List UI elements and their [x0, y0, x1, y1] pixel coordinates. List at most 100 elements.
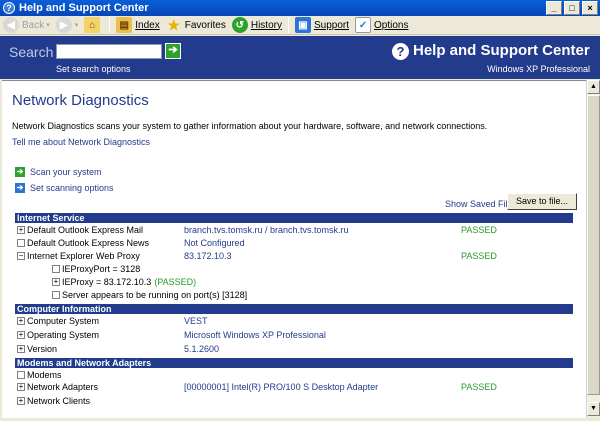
status-passed: PASSED: [461, 382, 497, 392]
home-button[interactable]: ⌂: [81, 16, 106, 34]
support-label: Support: [313, 19, 350, 31]
expand-plus-icon[interactable]: +: [17, 345, 25, 353]
row-network-clients[interactable]: + Network Clients: [17, 395, 90, 407]
index-label: Index: [135, 19, 160, 31]
title-bar: ? Help and Support Center _ □ ×: [0, 0, 600, 16]
header-banner: Search ➔ Set search options ? Help and S…: [0, 36, 600, 79]
row-value: 5.1.2600: [184, 344, 220, 354]
row-value: 83.172.10.3: [184, 251, 232, 261]
section-computer-information: Computer Information: [15, 304, 573, 314]
proxy-port-item: IEProxyPort = 3128: [52, 264, 140, 274]
expand-box-icon[interactable]: [17, 239, 25, 247]
row-outlook-news[interactable]: Default Outlook Express News: [17, 237, 149, 249]
go-arrow-icon: ➔: [168, 44, 178, 56]
support-icon: ▣: [294, 17, 311, 33]
row-label: Computer System: [27, 316, 100, 326]
windows-edition: Windows XP Professional: [487, 64, 590, 74]
set-search-options-link[interactable]: Set search options: [56, 64, 131, 74]
expand-box-icon[interactable]: [52, 265, 60, 273]
tell-me-link[interactable]: Tell me about Network Diagnostics: [12, 137, 150, 147]
row-ie-web-proxy[interactable]: − Internet Explorer Web Proxy: [17, 250, 140, 262]
row-label: Operating System: [27, 330, 100, 340]
status-passed: PASSED: [461, 225, 497, 235]
row-label: Modems: [27, 370, 62, 380]
row-network-adapters[interactable]: + Network Adapters: [17, 381, 98, 393]
row-value: branch.tvs.tomsk.ru / branch.tvs.tomsk.r…: [184, 225, 349, 235]
expand-plus-icon[interactable]: +: [17, 383, 25, 391]
options-checklist-icon: ✓: [355, 17, 372, 33]
proxy-port-text: IEProxyPort = 3128: [62, 264, 141, 274]
chevron-down-icon: ▾: [46, 22, 50, 29]
star-icon: ★: [167, 16, 181, 33]
scroll-down-button[interactable]: ▼: [587, 402, 600, 416]
expand-plus-icon[interactable]: +: [17, 317, 25, 325]
expand-plus-icon[interactable]: +: [52, 278, 60, 286]
minimize-button[interactable]: _: [546, 1, 562, 15]
collapse-minus-icon[interactable]: −: [17, 252, 25, 260]
row-label: Default Outlook Express News: [27, 238, 150, 248]
scroll-thumb[interactable]: [587, 95, 600, 395]
page-description: Network Diagnostics scans your system to…: [12, 121, 488, 131]
row-value: Microsoft Windows XP Professional: [184, 330, 326, 340]
close-button[interactable]: ×: [582, 1, 598, 15]
expand-plus-icon[interactable]: +: [17, 331, 25, 339]
forward-button[interactable]: ▶ ▾: [53, 16, 82, 34]
forward-arrow-icon: ▶: [55, 17, 72, 33]
support-button[interactable]: ▣ Support: [292, 16, 352, 34]
back-arrow-icon: ◀: [3, 17, 19, 33]
toolbar-divider: [287, 17, 289, 33]
options-button[interactable]: ✓ Options: [352, 16, 411, 34]
history-label: History: [250, 19, 282, 31]
window-title: Help and Support Center: [19, 2, 149, 14]
page-title: Network Diagnostics: [12, 92, 149, 109]
chevron-down-icon: ▾: [74, 22, 79, 29]
blue-arrow-icon: ➔: [15, 183, 25, 193]
search-go-button[interactable]: ➔: [165, 43, 181, 59]
expand-box-icon[interactable]: [17, 371, 25, 379]
scan-system-action[interactable]: ➔ Scan your system: [15, 167, 102, 177]
favorites-button[interactable]: ★ Favorites: [163, 16, 229, 34]
proxy-server-text: Server appears to be running on port(s) …: [62, 290, 248, 300]
history-button[interactable]: ↺ History: [229, 16, 285, 34]
row-version[interactable]: + Version: [17, 343, 57, 355]
arrow-down-icon: ▼: [590, 405, 597, 412]
options-label: Options: [374, 19, 409, 31]
row-value: VEST: [184, 316, 208, 326]
book-icon: ▤: [116, 17, 133, 33]
status-passed: PASSED: [461, 251, 497, 261]
history-clock-icon: ↺: [231, 17, 248, 33]
home-icon: ⌂: [84, 17, 101, 33]
row-operating-system[interactable]: + Operating System: [17, 329, 99, 341]
proxy-server-item: Server appears to be running on port(s) …: [52, 290, 247, 300]
index-button[interactable]: ▤ Index: [113, 16, 162, 34]
search-input[interactable]: [56, 44, 162, 59]
row-label: Internet Explorer Web Proxy: [27, 251, 140, 261]
help-icon: ?: [392, 43, 409, 60]
row-value: Not Configured: [184, 238, 245, 248]
row-label: Network Adapters: [27, 382, 99, 392]
expand-box-icon[interactable]: [52, 291, 60, 299]
set-scanning-options-action[interactable]: ➔ Set scanning options: [15, 183, 114, 193]
back-button[interactable]: ◀ Back ▾: [0, 16, 53, 34]
back-label: Back: [22, 19, 45, 31]
expand-plus-icon[interactable]: +: [17, 397, 25, 405]
scan-system-label: Scan your system: [30, 167, 102, 177]
green-arrow-icon: ➔: [15, 167, 25, 177]
proxy-address-item: + IEProxy = 83.172.10.3 (PASSED): [52, 277, 196, 287]
help-app-icon: ?: [3, 2, 15, 14]
proxy-status: (PASSED): [154, 277, 197, 287]
vertical-scrollbar[interactable]: ▲ ▼: [586, 80, 600, 418]
row-value: [00000001] Intel(R) PRO/100 S Desktop Ad…: [184, 382, 379, 392]
content-pane: Network Diagnostics Network Diagnostics …: [2, 80, 586, 418]
proxy-address-text: IEProxy = 83.172.10.3: [62, 277, 152, 287]
save-to-file-button[interactable]: Save to file...: [507, 193, 577, 210]
row-modems[interactable]: Modems: [17, 369, 62, 381]
maximize-button[interactable]: □: [564, 1, 580, 15]
window-controls: _ □ ×: [546, 1, 598, 15]
row-computer-system[interactable]: + Computer System: [17, 315, 99, 327]
scroll-up-button[interactable]: ▲: [587, 80, 600, 94]
expand-plus-icon[interactable]: +: [17, 226, 25, 234]
row-outlook-mail[interactable]: + Default Outlook Express Mail: [17, 224, 143, 236]
arrow-up-icon: ▲: [590, 83, 597, 90]
search-label: Search: [9, 44, 54, 60]
